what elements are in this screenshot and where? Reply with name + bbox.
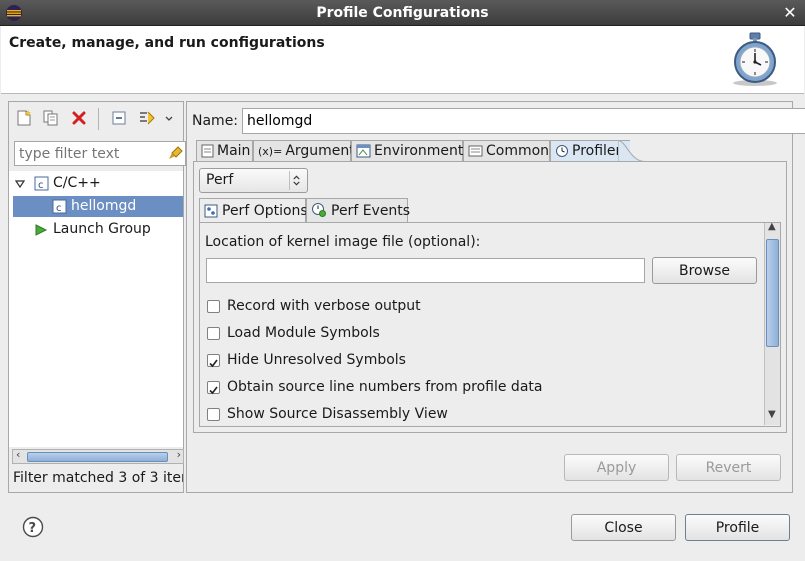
checkbox-label: Record with verbose output xyxy=(227,298,421,314)
select-updown-icon xyxy=(289,171,300,190)
svg-text:c: c xyxy=(56,203,62,214)
collapse-all-icon[interactable] xyxy=(110,109,128,127)
toolbar-separator xyxy=(98,108,99,130)
dropdown-arrow-icon[interactable] xyxy=(164,109,174,127)
subtab-label: Perf Options xyxy=(222,203,308,219)
scroll-right-icon[interactable]: › xyxy=(177,448,181,461)
profiler-select[interactable]: Perf xyxy=(199,168,308,193)
clear-filter-icon[interactable] xyxy=(168,145,184,161)
close-button[interactable]: Close xyxy=(571,514,676,541)
main-tab-icon xyxy=(201,144,214,158)
window-close-icon[interactable]: ✕ xyxy=(780,2,800,24)
tab-edge xyxy=(618,140,646,162)
arguments-tab-icon: (x)= xyxy=(258,145,283,158)
profile-button[interactable]: Profile xyxy=(685,514,790,541)
checkmark-icon xyxy=(209,359,218,368)
new-config-icon[interactable] xyxy=(15,109,33,127)
revert-button[interactable]: Revert xyxy=(676,454,781,481)
checkbox-label: Load Module Symbols xyxy=(227,325,380,341)
checkbox-checked[interactable] xyxy=(207,381,220,395)
tab-label: Main xyxy=(217,143,251,159)
subtab-perf-options[interactable]: Perf Options xyxy=(199,198,308,223)
tree-item-c-cpp-application[interactable]: c C/C++ Application xyxy=(9,173,183,212)
tab-arguments[interactable]: (x)= Arguments xyxy=(253,140,362,162)
checkbox-checked[interactable] xyxy=(207,354,220,368)
checkbox-label: Hide Unresolved Symbols xyxy=(227,352,406,368)
duplicate-icon[interactable] xyxy=(42,109,60,127)
svg-text:?: ? xyxy=(29,521,37,536)
scroll-down-icon[interactable]: ▼ xyxy=(768,409,776,420)
c-app-icon: c xyxy=(52,199,67,214)
checkbox[interactable] xyxy=(207,408,220,421)
scrollbar-thumb[interactable] xyxy=(766,239,779,347)
options-vertical-scrollbar[interactable]: ▲ ▼ xyxy=(764,221,780,425)
common-tab-icon xyxy=(468,145,483,157)
eclipse-app-icon xyxy=(6,5,22,21)
profiler-tab-icon xyxy=(556,145,568,157)
tab-label: Common xyxy=(486,143,550,159)
window-titlebar: Profile Configurations xyxy=(0,0,805,26)
scroll-up-icon[interactable]: ▲ xyxy=(768,221,776,232)
tab-label: Profiler xyxy=(572,143,622,159)
checkbox-label: Obtain source line numbers from profile … xyxy=(227,379,543,395)
header-title: Create, manage, and run configurations xyxy=(9,35,325,51)
tree-horizontal-scrollbar[interactable]: › ‹ xyxy=(12,448,184,464)
perf-events-icon xyxy=(312,203,326,217)
profiler-select-value: Perf xyxy=(206,172,234,188)
delete-icon[interactable] xyxy=(70,109,88,127)
scrollbar-thumb[interactable] xyxy=(27,452,168,462)
tab-environment[interactable]: Environment xyxy=(351,140,463,162)
tree-item-label: Launch Group xyxy=(53,221,151,237)
browse-button[interactable]: Browse xyxy=(652,257,757,284)
checkbox-label: Show Source Disassembly View xyxy=(227,406,448,422)
tree-item-launch-group[interactable]: Launch Group xyxy=(9,219,183,240)
help-icon[interactable]: ? xyxy=(22,516,44,538)
tree-item-label: hellomgd xyxy=(71,198,137,214)
checkbox[interactable] xyxy=(207,327,220,340)
kernel-image-label: Location of kernel image file (optional)… xyxy=(205,234,481,250)
filter-status: Filter matched 3 of 3 items xyxy=(13,470,183,486)
stopwatch-icon xyxy=(733,32,777,86)
subtab-perf-events[interactable]: Perf Events xyxy=(306,198,411,223)
tab-common[interactable]: Common xyxy=(463,140,550,162)
filter-icon[interactable] xyxy=(138,109,156,127)
tab-label: Environment xyxy=(374,143,464,159)
svg-text:c: c xyxy=(38,180,44,191)
apply-button[interactable]: Apply xyxy=(564,454,669,481)
checkbox[interactable] xyxy=(207,300,220,313)
expand-arrow-icon[interactable] xyxy=(15,179,25,189)
name-field[interactable] xyxy=(242,108,805,134)
tab-main[interactable]: Main xyxy=(196,140,253,162)
environment-tab-icon xyxy=(356,144,371,158)
launch-group-icon xyxy=(35,224,48,236)
scroll-left-icon[interactable]: ‹ xyxy=(16,448,20,461)
kernel-image-input[interactable] xyxy=(206,258,645,283)
filter-input[interactable] xyxy=(14,141,186,166)
tree-item-hellomgd[interactable]: c hellomgd xyxy=(13,196,183,217)
subtab-label: Perf Events xyxy=(331,203,411,219)
perf-options-icon xyxy=(204,204,218,218)
config-tree[interactable]: c C/C++ Application c hellomgd Launch Gr… xyxy=(9,171,183,447)
checkmark-icon xyxy=(209,386,218,395)
window-title: Profile Configurations xyxy=(316,5,489,21)
c-app-icon: c xyxy=(34,176,49,191)
name-label: Name: xyxy=(192,113,239,129)
dialog-header: Create, manage, and run configurations xyxy=(1,26,804,94)
